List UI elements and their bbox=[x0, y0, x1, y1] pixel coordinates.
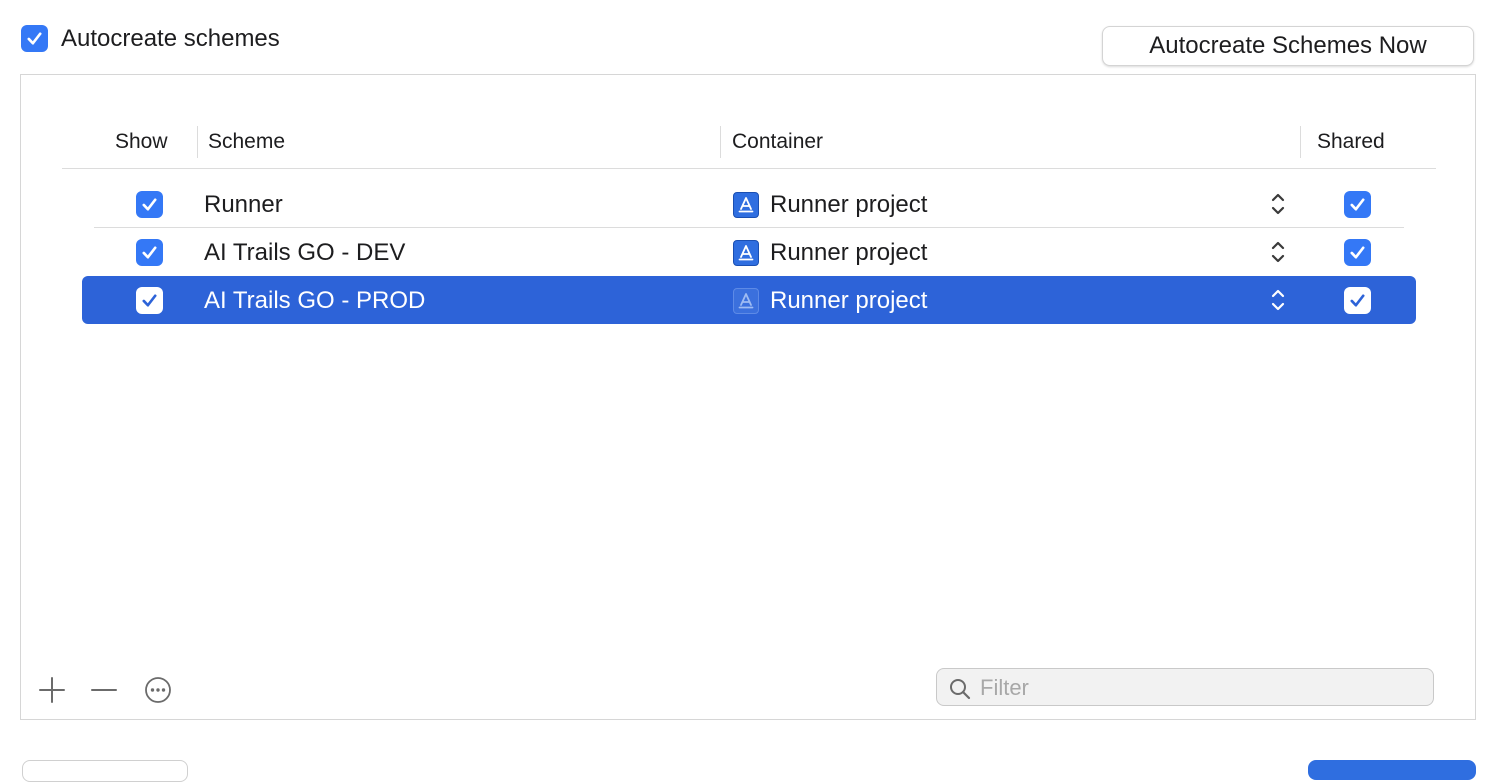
bottom-right-button[interactable] bbox=[1308, 760, 1476, 780]
autocreate-label: Autocreate schemes bbox=[61, 25, 280, 52]
container-popup-stepper-icon[interactable] bbox=[1269, 286, 1287, 314]
column-header-shared[interactable]: Shared bbox=[1317, 128, 1385, 156]
xcode-project-icon bbox=[733, 240, 759, 266]
column-separator bbox=[720, 126, 721, 158]
row-divider bbox=[94, 227, 1404, 228]
scheme-name: AI Trails GO - PROD bbox=[204, 287, 426, 314]
show-checkbox[interactable] bbox=[136, 191, 163, 218]
xcode-project-icon bbox=[733, 192, 759, 218]
container-value: Runner project bbox=[770, 287, 928, 314]
column-separator bbox=[197, 126, 198, 158]
scheme-name: AI Trails GO - DEV bbox=[204, 239, 406, 266]
minus-icon[interactable] bbox=[90, 676, 118, 704]
scheme-name: Runner bbox=[204, 191, 283, 218]
shared-checkbox[interactable] bbox=[1344, 287, 1371, 314]
ellipsis-circle-icon[interactable] bbox=[144, 676, 172, 704]
container-popup-stepper-icon[interactable] bbox=[1269, 238, 1287, 266]
autocreate-schemes-now-button[interactable]: Autocreate Schemes Now bbox=[1102, 26, 1474, 66]
search-icon bbox=[950, 679, 971, 700]
show-checkbox[interactable] bbox=[136, 239, 163, 266]
container-popup-stepper-icon[interactable] bbox=[1269, 190, 1287, 218]
checkmark-icon bbox=[1350, 294, 1365, 307]
column-header-scheme[interactable]: Scheme bbox=[208, 128, 285, 156]
column-header-show[interactable]: Show bbox=[115, 128, 168, 156]
shared-checkbox[interactable] bbox=[1344, 191, 1371, 218]
bottom-left-button[interactable] bbox=[22, 760, 188, 782]
plus-icon[interactable] bbox=[38, 676, 66, 704]
container-value: Runner project bbox=[770, 239, 928, 266]
show-checkbox[interactable] bbox=[136, 287, 163, 314]
autocreate-checkbox[interactable] bbox=[21, 25, 48, 52]
checkmark-icon bbox=[27, 32, 42, 45]
column-header-container[interactable]: Container bbox=[732, 128, 823, 156]
filter-placeholder: Filter bbox=[980, 675, 1029, 700]
xcode-project-icon bbox=[733, 288, 759, 314]
checkmark-icon bbox=[1350, 246, 1365, 259]
shared-checkbox[interactable] bbox=[1344, 239, 1371, 266]
schemes-panel bbox=[20, 74, 1476, 720]
header-divider bbox=[62, 168, 1436, 169]
checkmark-icon bbox=[142, 294, 157, 307]
container-value: Runner project bbox=[770, 191, 928, 218]
checkmark-icon bbox=[142, 246, 157, 259]
checkmark-icon bbox=[142, 198, 157, 211]
checkmark-icon bbox=[1350, 198, 1365, 211]
column-separator bbox=[1300, 126, 1301, 158]
